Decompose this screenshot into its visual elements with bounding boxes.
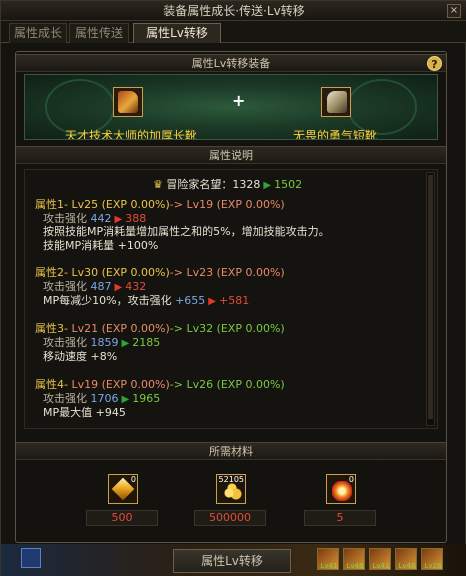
tab-attribute-transfer[interactable]: 属性传送 xyxy=(69,23,129,43)
arrow-up-icon: ▶ xyxy=(263,180,272,191)
reputation-line: ♛ 冒险家名望：1328 ▶ 1502 xyxy=(153,176,302,192)
close-button[interactable]: × xyxy=(447,4,461,18)
orange-boots-icon xyxy=(118,91,138,113)
materials-section-header: 所需材料 xyxy=(16,442,446,460)
material-3-required: 5 xyxy=(304,510,376,526)
skill-3-level: Lv41 xyxy=(372,562,390,570)
tab-attribute-growth[interactable]: 属性成长 xyxy=(9,23,67,43)
source-equip-name: 天才技术大师的加厚长靴 xyxy=(65,129,198,140)
skill-1-level: Lv41 xyxy=(320,562,338,570)
arrow-up-icon: ▶ xyxy=(121,338,130,349)
attr2-arrow: -> xyxy=(169,266,183,279)
materials-section-title: 所需材料 xyxy=(209,445,253,458)
skill-2-level: Lv46 xyxy=(346,562,364,570)
source-equip-slot[interactable] xyxy=(113,87,143,117)
attribute-lv-transfer-button[interactable]: 属性Lv转移 xyxy=(173,549,291,573)
fire-orb-icon xyxy=(332,481,352,501)
reputation-icon: ♛ xyxy=(153,178,163,191)
material-1-required: 500 xyxy=(86,510,158,526)
skill-4-level: Lv46 xyxy=(398,562,416,570)
plus-icon: + xyxy=(232,91,246,110)
attr4-stat-to: 1965 xyxy=(132,392,161,405)
attr-description-panel: ♛ 冒险家名望：1328 ▶ 1502 属性1- Lv25 (EXP 0.00%)-… xyxy=(24,169,438,429)
target-equip-slot[interactable] xyxy=(321,87,351,117)
reputation-before: 1328 xyxy=(232,178,261,191)
white-boots-icon xyxy=(327,91,347,113)
attr2-desc-to: +581 xyxy=(219,294,250,307)
quick-slot-icon[interactable] xyxy=(21,548,41,568)
skill-slot-5[interactable]: Lv28 xyxy=(421,548,443,570)
attr-scrollbar-thumb[interactable] xyxy=(428,175,433,419)
skill-slot-1[interactable]: Lv41 xyxy=(317,548,339,570)
tab-bar: 属性成长 属性传送 属性Lv转移 xyxy=(1,21,466,43)
tab-attribute-lv-transfer[interactable]: 属性Lv转移 xyxy=(133,23,221,43)
skill-slot-2[interactable]: Lv46 xyxy=(343,548,365,570)
attr3-stat-to: 2185 xyxy=(132,336,161,349)
material-2-count: 52105 xyxy=(218,475,244,484)
attr1-arrow: -> xyxy=(169,198,183,211)
material-slot-1[interactable]: 0 xyxy=(108,474,138,504)
attr4-desc-1: MP最大值 +945 xyxy=(43,406,126,419)
bottom-bar: 属性Lv转移 Lv41 Lv46 Lv41 Lv46 Lv28 xyxy=(1,544,466,576)
attr1-to: Lv19 (EXP 0.00%) xyxy=(186,198,285,211)
material-slot-3[interactable]: 0 xyxy=(326,474,356,504)
equip-panel: + 天才技术大师的加厚长靴 无畏的勇气短靴 xyxy=(24,74,438,140)
attr4-to: Lv26 (EXP 0.00%) xyxy=(186,378,285,391)
attr3-desc-1: 移动速度 +8% xyxy=(43,350,118,363)
attr3-to: Lv32 (EXP 0.00%) xyxy=(186,322,285,335)
attribute-transfer-window: 装备属性成长·传送·Lv转移 × 属性成长 属性传送 属性Lv转移 属性Lv转移… xyxy=(0,0,466,576)
attr2-to: Lv23 (EXP 0.00%) xyxy=(186,266,285,279)
reputation-label: 冒险家名望： xyxy=(166,178,233,191)
attr2-desc-from: +655 xyxy=(175,294,206,307)
attr-section-title: 属性说明 xyxy=(209,149,253,162)
gold-coins-icon xyxy=(222,481,242,501)
equip-section-header: 属性Lv转移装备 ? xyxy=(16,54,446,72)
window-title: 装备属性成长·传送·Lv转移 xyxy=(163,4,305,18)
skill-slot-3[interactable]: Lv41 xyxy=(369,548,391,570)
attr2-desc-label: MP每减少10%，攻击强化 xyxy=(43,294,172,307)
equip-section-title: 属性Lv转移装备 xyxy=(191,57,271,70)
skill-slot-4[interactable]: Lv46 xyxy=(395,548,417,570)
target-equip-name: 无畏的勇气短靴 xyxy=(293,129,378,140)
material-slot-2[interactable]: 52105 xyxy=(216,474,246,504)
window-titlebar[interactable]: 装备属性成长·传送·Lv转移 × xyxy=(1,1,466,21)
attr1-desc-2: 技能MP消耗量 +100% xyxy=(43,239,159,252)
attr4-arrow: -> xyxy=(169,378,183,391)
attr-scrollbar[interactable] xyxy=(426,172,435,426)
help-button[interactable]: ? xyxy=(427,56,442,71)
material-1-count: 0 xyxy=(130,475,136,484)
material-3-count: 0 xyxy=(348,475,354,484)
main-frame: 属性Lv转移装备 ? + 天才技术大师的加厚长靴 无畏的勇气短靴 属性说明 ♛ … xyxy=(15,51,447,543)
skill-5-level: Lv28 xyxy=(424,562,442,570)
arrow-down-icon: ▶ xyxy=(208,296,216,307)
attr3-arrow: -> xyxy=(169,322,183,335)
reputation-after: 1502 xyxy=(274,178,303,191)
attr-section-header: 属性说明 xyxy=(16,146,446,164)
material-2-required: 500000 xyxy=(194,510,266,526)
attr2-desc-1: MP每减少10%，攻击强化 +655 ▶ +581 xyxy=(43,292,249,308)
